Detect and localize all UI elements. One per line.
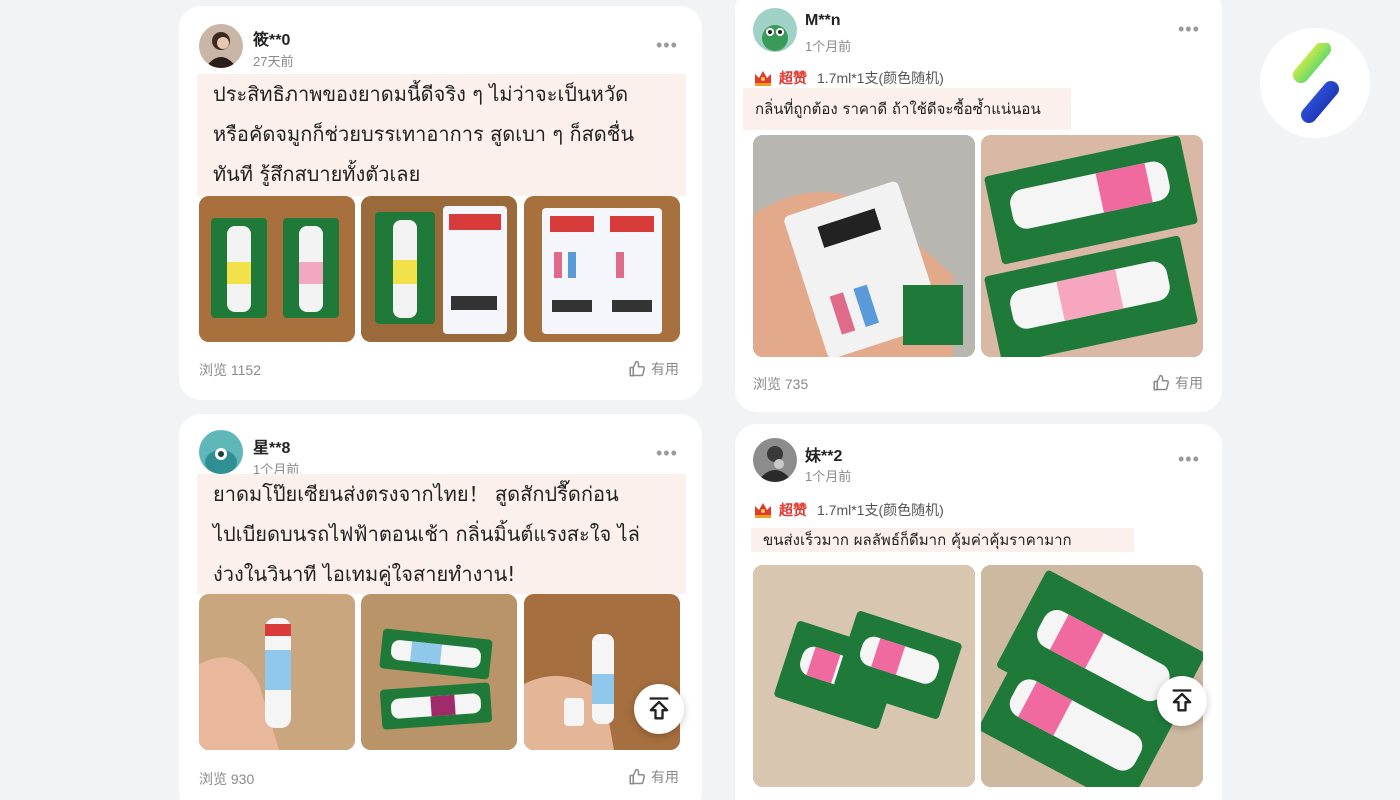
more-options-icon[interactable]: ••• [1178,450,1200,468]
review-photo[interactable] [753,135,975,357]
rating-tag: 超赞 1.7ml*1支(颜色随机) [753,68,944,88]
review-time: 27天前 [253,54,294,69]
review-card: 星**8 1个月前 ••• ยาดมโป๊ยเซียนส่งตรงจากไทย！… [179,414,702,800]
rating-badge: 超赞 [779,70,807,86]
username: 妹**2 [805,448,843,465]
username: 星**8 [253,440,291,457]
review-text: กลิ่นที่ถูกต้อง ราคาดี ถ้าใช้ดีจะซื้อซ้ำ… [743,88,1071,130]
more-options-icon[interactable]: ••• [656,36,678,54]
app-logo [1260,28,1370,138]
username: 筱**0 [253,32,291,49]
view-count: 浏览 1152 [199,362,261,378]
view-count: 浏览 930 [199,771,255,787]
review-card: 筱**0 27天前 ••• ประสิทธิภาพของยาดมนี้ดีจริ… [179,6,702,400]
rating-tag: 超赞 1.7ml*1支(颜色随机) [753,500,944,520]
scroll-to-top-icon [649,697,669,720]
review-photo[interactable] [361,594,517,750]
useful-label: 有用 [1175,375,1203,391]
useful-button[interactable]: 有用 [628,359,679,379]
review-line: หรือคัดจมูกก็ช่วยบรรเทาอาการ สูดเบา ๆ ก็… [213,122,635,146]
review-photo[interactable] [753,565,975,787]
review-line: ง่วงในวินาที ไอเทมคู่ใจสายทำงาน! [213,562,516,586]
useful-label: 有用 [651,361,679,377]
app-logo-icon [1285,43,1345,123]
thumbs-up-icon [1153,374,1169,391]
avatar[interactable] [753,438,797,482]
more-options-icon[interactable]: ••• [656,444,678,462]
review-card: 妹**2 1个月前 ••• 超赞 1.7ml*1支(颜色随机) ขนส่งเร็… [735,424,1222,800]
review-time: 1个月前 [805,469,852,484]
review-line: ประสิทธิภาพของยาดมนี้ดีจริง ๆ ไม่ว่าจะเป… [213,82,629,106]
review-photo[interactable] [199,594,355,750]
review-card: M**n 1个月前 ••• 超赞 1.7ml*1支(颜色随机) กลิ่นที่… [735,0,1222,412]
scroll-to-top-icon [1172,689,1192,712]
review-photo[interactable] [199,196,355,342]
useful-button[interactable]: 有用 [1152,373,1203,393]
scroll-to-top-button[interactable] [634,684,684,734]
review-text: ขนส่งเร็วมาก ผลลัพธ์ก็ดีมาก คุ้มค่าคุ้มร… [751,528,1134,552]
view-count: 浏览 735 [753,376,809,392]
review-line: ยาดมโป๊ยเซียนส่งตรงจากไทย！ สูดสักปรื๊ดก่… [213,482,619,506]
review-line: ทันที รู้สึกสบายทั้งตัวเลย [213,162,421,186]
thumbs-up-icon [629,360,645,377]
crown-badge-icon [755,503,771,518]
thumbs-up-icon [629,768,645,785]
review-photo[interactable] [981,565,1203,787]
review-photo[interactable] [524,196,680,342]
avatar[interactable] [199,430,243,474]
useful-button[interactable]: 有用 [628,767,679,787]
username: M**n [805,12,841,29]
review-text: ประสิทธิภาพของยาดมนี้ดีจริง ๆ ไม่ว่าจะเป… [197,74,686,196]
product-spec: 1.7ml*1支(颜色随机) [817,502,944,518]
review-time: 1个月前 [805,39,852,54]
scroll-to-top-button[interactable] [1157,676,1207,726]
review-photo[interactable] [361,196,517,342]
product-spec: 1.7ml*1支(颜色随机) [817,70,944,86]
review-text: ยาดมโป๊ยเซียนส่งตรงจากไทย！ สูดสักปรื๊ดก่… [197,474,686,594]
crown-badge-icon [755,71,771,86]
useful-label: 有用 [651,769,679,785]
avatar[interactable] [753,8,797,52]
more-options-icon[interactable]: ••• [1178,20,1200,38]
review-photo[interactable] [981,135,1203,357]
review-line: ไปเบียดบนรถไฟฟ้าตอนเช้า กลิ่นมิ้นต์แรงสะ… [213,522,640,546]
rating-badge: 超赞 [779,502,807,518]
avatar[interactable] [199,24,243,68]
